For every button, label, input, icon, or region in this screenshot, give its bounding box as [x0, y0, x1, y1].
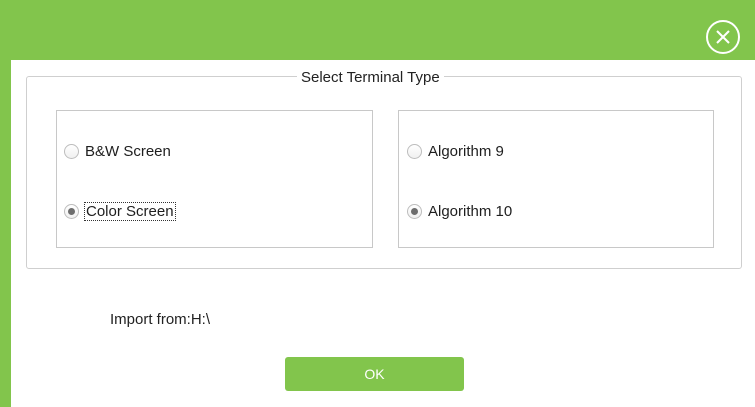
close-button[interactable]	[706, 20, 740, 54]
group-title: Select Terminal Type	[297, 69, 444, 86]
radio-label: B&W Screen	[85, 143, 171, 160]
radio-algorithm-9[interactable]: Algorithm 9	[407, 143, 504, 160]
radio-color-screen[interactable]: Color Screen	[64, 202, 176, 221]
algorithm-box	[398, 110, 714, 248]
import-path-label: Import from:H:\	[110, 311, 211, 328]
radio-button-icon	[407, 144, 422, 159]
radio-label: Color Screen	[84, 202, 176, 221]
title-bar	[0, 0, 755, 60]
radio-label: Algorithm 9	[428, 143, 504, 160]
radio-label: Algorithm 10	[428, 203, 513, 220]
ok-button[interactable]: OK	[285, 357, 464, 391]
radio-button-checked-icon	[407, 204, 422, 219]
terminal-type-dialog: Select Terminal Type B&W Screen Color Sc…	[0, 0, 755, 407]
screen-type-box	[56, 110, 373, 248]
radio-button-icon	[64, 144, 79, 159]
left-accent-bar	[0, 60, 11, 407]
radio-algorithm-10[interactable]: Algorithm 10	[407, 203, 512, 220]
radio-bw-screen[interactable]: B&W Screen	[64, 143, 171, 160]
radio-button-checked-icon	[64, 204, 79, 219]
